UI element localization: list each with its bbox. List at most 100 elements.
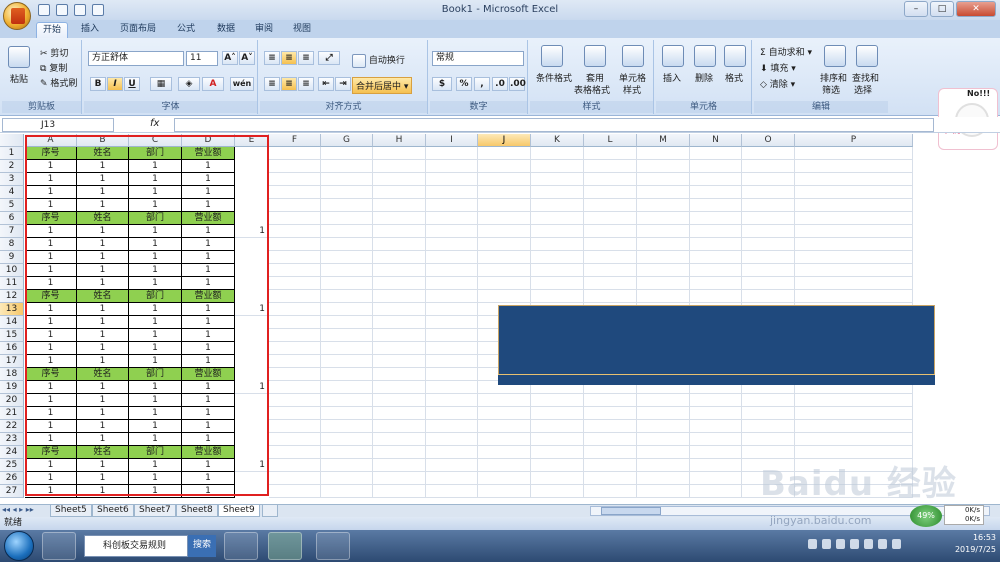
empty-cell[interactable] xyxy=(321,472,373,485)
empty-cell[interactable] xyxy=(637,238,690,251)
empty-cell[interactable] xyxy=(269,485,321,498)
empty-cell[interactable] xyxy=(637,485,690,498)
font-size-select[interactable]: 11 xyxy=(186,51,218,66)
tray-icon-3[interactable] xyxy=(836,539,845,549)
empty-cell[interactable] xyxy=(637,459,690,472)
row-header-11[interactable]: 11 xyxy=(0,277,24,290)
empty-cell[interactable] xyxy=(373,316,426,329)
empty-cell[interactable] xyxy=(426,238,478,251)
row-header-25[interactable]: 25 xyxy=(0,459,24,472)
empty-cell[interactable] xyxy=(373,329,426,342)
empty-cell[interactable] xyxy=(426,251,478,264)
empty-cell[interactable] xyxy=(531,186,584,199)
empty-cell[interactable] xyxy=(373,407,426,420)
empty-cell[interactable] xyxy=(373,368,426,381)
empty-cell[interactable] xyxy=(742,238,795,251)
empty-cell[interactable] xyxy=(269,173,321,186)
wechat-icon[interactable] xyxy=(316,532,350,560)
empty-cell[interactable] xyxy=(637,433,690,446)
empty-cell[interactable] xyxy=(690,433,742,446)
empty-cell[interactable] xyxy=(426,407,478,420)
empty-cell[interactable] xyxy=(584,225,637,238)
row-header-17[interactable]: 17 xyxy=(0,355,24,368)
empty-cell[interactable] xyxy=(637,394,690,407)
find-select-label-2[interactable]: 选择 xyxy=(854,83,872,96)
row-header-5[interactable]: 5 xyxy=(0,199,24,212)
empty-cell[interactable] xyxy=(690,459,742,472)
empty-cell[interactable] xyxy=(373,264,426,277)
empty-cell[interactable] xyxy=(690,277,742,290)
row-header-10[interactable]: 10 xyxy=(0,264,24,277)
empty-cell[interactable] xyxy=(742,290,795,303)
tab-view[interactable]: 视图 xyxy=(288,22,316,38)
empty-cell[interactable] xyxy=(321,251,373,264)
empty-cell[interactable] xyxy=(478,459,531,472)
volume-icon[interactable] xyxy=(878,539,887,549)
empty-cell[interactable] xyxy=(742,147,795,160)
currency-button[interactable]: $ xyxy=(432,77,452,91)
format-cells-label[interactable]: 格式 xyxy=(725,71,743,84)
empty-cell[interactable] xyxy=(321,459,373,472)
empty-cell[interactable] xyxy=(690,173,742,186)
format-painter-button[interactable]: ✎ 格式刷 xyxy=(40,76,77,89)
column-header-p[interactable]: P xyxy=(795,134,913,147)
empty-cell[interactable] xyxy=(321,199,373,212)
empty-cell[interactable] xyxy=(426,446,478,459)
row-header-19[interactable]: 19 xyxy=(0,381,24,394)
empty-cell[interactable] xyxy=(690,446,742,459)
row-header-14[interactable]: 14 xyxy=(0,316,24,329)
phonetic-button[interactable]: wén xyxy=(230,77,254,91)
empty-cell[interactable] xyxy=(321,160,373,173)
row-header-24[interactable]: 24 xyxy=(0,446,24,459)
empty-cell[interactable] xyxy=(531,420,584,433)
empty-cell[interactable] xyxy=(426,342,478,355)
empty-cell[interactable] xyxy=(637,212,690,225)
empty-cell[interactable] xyxy=(321,485,373,498)
empty-cell[interactable] xyxy=(690,199,742,212)
empty-cell[interactable] xyxy=(321,147,373,160)
column-header-o[interactable]: O xyxy=(742,134,795,147)
empty-cell[interactable] xyxy=(690,238,742,251)
merge-center-button[interactable]: 合并后居中 ▾ xyxy=(352,77,413,94)
empty-cell[interactable] xyxy=(373,147,426,160)
empty-cell[interactable] xyxy=(426,199,478,212)
worksheet-grid[interactable]: A B C D E F G H I J K L M N O P 1 序号 姓名 部门 营业额 2 1 1 1 1 3 1 1 1 1 4 1 1 1… xyxy=(0,134,1000,504)
row-header-22[interactable]: 22 xyxy=(0,420,24,433)
formula-input[interactable] xyxy=(174,118,934,132)
empty-cell[interactable] xyxy=(795,420,913,433)
empty-cell[interactable] xyxy=(373,394,426,407)
bold-button[interactable]: B xyxy=(90,77,106,91)
empty-cell[interactable] xyxy=(531,251,584,264)
tray-icon-4[interactable] xyxy=(850,539,859,549)
empty-cell[interactable] xyxy=(321,446,373,459)
tray-icon-1[interactable] xyxy=(808,539,817,549)
empty-cell[interactable] xyxy=(795,394,913,407)
empty-cell[interactable] xyxy=(478,277,531,290)
align-top-button[interactable]: ≡ xyxy=(264,51,280,65)
empty-cell[interactable] xyxy=(584,264,637,277)
empty-cell[interactable] xyxy=(690,225,742,238)
empty-cell[interactable] xyxy=(531,199,584,212)
comma-button[interactable]: , xyxy=(474,77,490,91)
row-header-18[interactable]: 18 xyxy=(0,368,24,381)
empty-cell[interactable] xyxy=(690,186,742,199)
sheet-tab-7[interactable]: Sheet7 xyxy=(134,505,176,517)
empty-cell[interactable] xyxy=(426,277,478,290)
empty-cell[interactable] xyxy=(373,342,426,355)
close-button[interactable]: ✕ xyxy=(956,1,996,17)
empty-cell[interactable] xyxy=(795,407,913,420)
empty-cell[interactable] xyxy=(795,147,913,160)
sheet-tab-5[interactable]: Sheet5 xyxy=(50,505,92,517)
empty-cell[interactable] xyxy=(531,277,584,290)
empty-cell[interactable] xyxy=(531,290,584,303)
fill-button[interactable]: ⬇ 填充 ▾ xyxy=(760,61,796,74)
empty-cell[interactable] xyxy=(795,290,913,303)
empty-cell[interactable] xyxy=(478,186,531,199)
empty-cell[interactable] xyxy=(373,433,426,446)
empty-cell[interactable] xyxy=(321,329,373,342)
empty-cell[interactable] xyxy=(478,173,531,186)
empty-cell[interactable] xyxy=(426,381,478,394)
align-bottom-button[interactable]: ≡ xyxy=(298,51,314,65)
empty-cell[interactable] xyxy=(637,199,690,212)
format-table-icon[interactable] xyxy=(584,45,606,67)
